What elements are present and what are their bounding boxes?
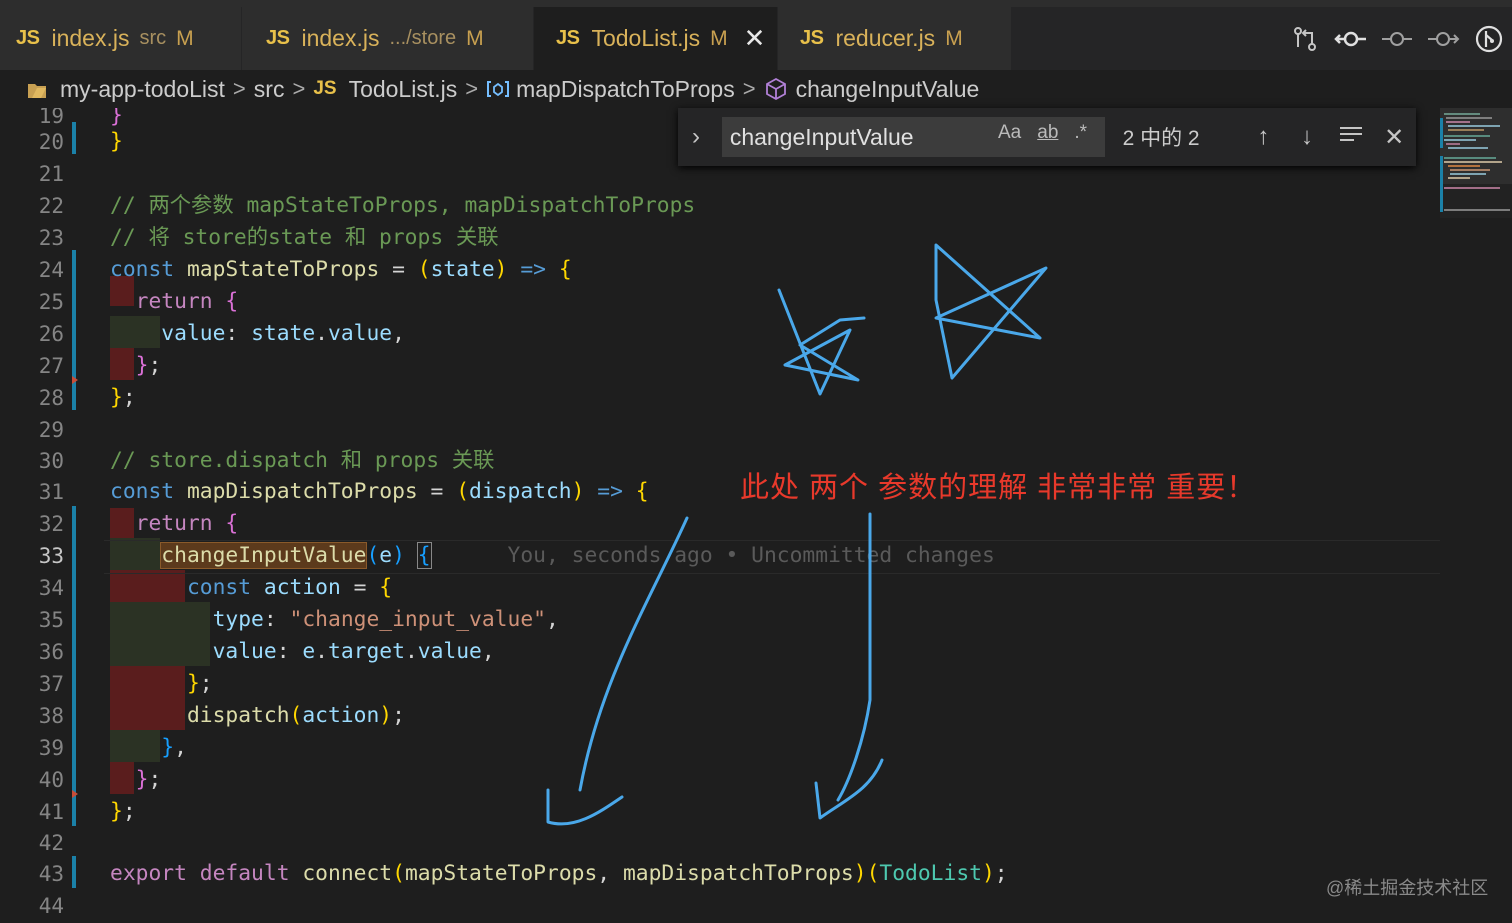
arrow-up-icon[interactable]: ↑: [1242, 123, 1286, 151]
chevron-right-icon: >: [232, 76, 246, 101]
code-line: const action = {: [186, 575, 393, 600]
code-line: value: e.target.value,: [212, 639, 495, 664]
modified-indicator: M: [945, 26, 963, 50]
modified-indicator: M: [466, 26, 484, 50]
tab-dir: .../store: [389, 27, 457, 49]
search-match: changeInputValue: [160, 542, 368, 569]
tab-todolist-js[interactable]: JS TodoList.js M ✕: [534, 7, 778, 70]
line-number: 25: [38, 290, 64, 314]
line-number: 37: [38, 672, 64, 696]
deleted-line-marker: [72, 790, 78, 798]
line-number: 32: [38, 512, 64, 536]
line-number: 38: [38, 704, 64, 728]
code-line: return {: [135, 289, 239, 314]
find-in-selection-icon[interactable]: [1329, 123, 1373, 151]
annotation-note: 此处 两个 参数的理解 非常非常 重要！: [740, 472, 1257, 504]
line-number: 42: [38, 831, 64, 855]
code-line: dispatch(action);: [186, 703, 405, 728]
git-blame-annotation: You, seconds ago • Uncommitted changes: [507, 543, 995, 568]
code-comment: // store.dispatch 和 props 关联: [110, 448, 495, 473]
watermark: @稀土掘金技术社区: [1326, 878, 1489, 898]
js-file-icon: JS: [266, 27, 290, 49]
find-options: Aa ab .*: [998, 122, 1087, 144]
tab-index-js-store[interactable]: JS index.js .../store M: [242, 7, 534, 70]
minimap[interactable]: [1440, 108, 1512, 218]
tab-label: index.js: [51, 25, 130, 51]
line-number: 43: [38, 862, 64, 886]
breadcrumb-symbol[interactable]: mapDispatchToProps: [516, 76, 735, 103]
code-line: const mapDispatchToProps = (dispatch) =>…: [110, 479, 649, 504]
compare-changes-icon[interactable]: [1282, 19, 1328, 59]
line-number: 34: [38, 576, 64, 600]
chevron-right-icon[interactable]: ›: [692, 123, 714, 151]
tab-bar: JS index.js src M JS index.js .../store …: [0, 0, 1512, 70]
editor-actions: [1282, 7, 1512, 70]
line-number: 39: [38, 736, 64, 760]
whole-word-toggle[interactable]: ab: [1037, 122, 1058, 144]
line-number: 29: [38, 418, 64, 442]
tab-dir: src: [139, 27, 167, 49]
breadcrumb-folder[interactable]: my-app-todoList: [60, 76, 225, 103]
tab-index-js-src[interactable]: JS index.js src M: [0, 7, 242, 70]
code-comment: // 将 store的state 和 props 关联: [110, 225, 499, 250]
line-number: 24: [38, 258, 64, 282]
arrow-down-icon[interactable]: ↓: [1285, 123, 1329, 151]
modified-indicator: M: [710, 26, 728, 50]
code-line: }: [110, 129, 123, 154]
previous-change-icon[interactable]: [1374, 19, 1420, 59]
line-number: 26: [38, 322, 64, 346]
tab-label: index.js: [301, 25, 380, 51]
line-number: 36: [38, 640, 64, 664]
tab-label: reducer.js: [835, 25, 936, 51]
match-case-toggle[interactable]: Aa: [998, 122, 1021, 144]
breadcrumb-symbol-method[interactable]: changeInputValue: [796, 76, 980, 103]
js-file-icon: JS: [800, 27, 824, 49]
breadcrumb-dir[interactable]: src: [254, 76, 285, 103]
close-tab-icon[interactable]: ✕: [744, 23, 766, 54]
tab-label: TodoList.js: [591, 25, 701, 51]
folder-icon: [28, 84, 46, 98]
code-line: value: state.value,: [161, 321, 405, 346]
line-number: 20: [38, 130, 64, 154]
js-file-icon: JS: [313, 78, 337, 99]
line-number: 27: [38, 354, 64, 378]
line-number: 35: [38, 608, 64, 632]
line-number: 21: [38, 162, 64, 186]
line-number: 33: [38, 544, 64, 568]
code-line: export default connect(mapStateToProps, …: [110, 861, 1008, 886]
line-number: 30: [38, 449, 64, 473]
line-number: 28: [38, 386, 64, 410]
next-change-icon[interactable]: [1420, 19, 1466, 59]
regex-toggle[interactable]: .*: [1074, 122, 1087, 144]
breadcrumb: my-app-todoList > src > JS TodoList.js >…: [0, 70, 1512, 108]
find-widget: › Aa ab .* 2 中的 2 ↑ ↓ ✕: [678, 108, 1416, 166]
code-line: changeInputValue(e) { You, seconds ago •…: [160, 542, 995, 569]
line-number: 23: [38, 226, 64, 250]
chevron-right-icon: >: [742, 76, 756, 101]
line-number: 40: [38, 768, 64, 792]
tab-reducer-js[interactable]: JS reducer.js M: [778, 7, 1012, 70]
line-number: 31: [38, 480, 64, 504]
git-commit-icon[interactable]: [1328, 19, 1374, 59]
code-line: type: "change_input_value",: [212, 607, 559, 632]
line-number: 22: [38, 194, 64, 218]
js-file-icon: JS: [16, 27, 40, 49]
chevron-right-icon: >: [292, 76, 306, 101]
variable-symbol-icon: [487, 81, 510, 97]
line-number: 44: [38, 894, 64, 918]
chevron-right-icon: >: [465, 76, 479, 101]
close-icon[interactable]: ✕: [1372, 123, 1416, 152]
line-number: 41: [38, 800, 64, 824]
code-line: return {: [135, 511, 239, 536]
method-symbol-icon: [765, 77, 786, 101]
code-comment: // 两个参数 mapStateToProps, mapDispatchToPr…: [110, 193, 696, 218]
js-file-icon: JS: [556, 27, 580, 49]
code-editor[interactable]: 19} 20} 21 22// 两个参数 mapStateToProps, ma…: [0, 108, 1512, 923]
breadcrumb-file[interactable]: TodoList.js: [349, 76, 458, 103]
code-line: const mapStateToProps = (state) => {: [110, 257, 572, 282]
deleted-line-marker: [72, 376, 78, 384]
match-count: 2 中的 2: [1122, 127, 1200, 150]
git-lens-icon[interactable]: [1466, 19, 1512, 59]
modified-indicator: M: [176, 26, 194, 50]
